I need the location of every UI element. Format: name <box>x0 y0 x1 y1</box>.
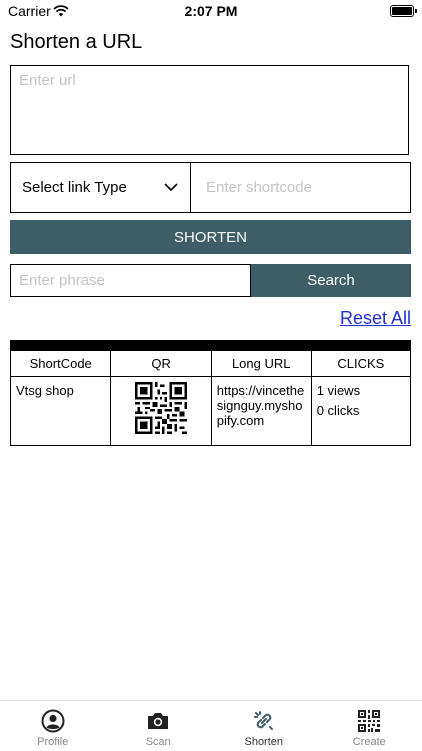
tab-shorten[interactable]: Shorten <box>211 701 317 751</box>
shortcode-input[interactable]: Enter shortcode <box>190 162 411 213</box>
column-header-qr: QR <box>111 351 211 377</box>
qr-code-icon <box>358 709 380 733</box>
link-type-label: Select link Type <box>22 179 127 196</box>
views-count: 1 views <box>317 383 405 398</box>
tab-create[interactable]: Create <box>317 701 422 751</box>
camera-icon <box>146 709 170 733</box>
url-placeholder: Enter url <box>19 72 76 89</box>
clicks-count: 0 clicks <box>317 403 405 418</box>
links-table: ShortCode QR Long URL CLICKS Vtsg shop <box>10 350 411 446</box>
shorten-button[interactable]: SHORTEN <box>10 220 411 254</box>
phrase-input[interactable]: Enter phrase <box>10 264 251 297</box>
chevron-down-icon <box>164 179 178 196</box>
status-bar: Carrier 2:07 PM <box>0 0 422 24</box>
url-input[interactable]: Enter url <box>10 65 409 155</box>
table-row[interactable]: Vtsg shop <box>11 377 411 446</box>
tab-shorten-label: Shorten <box>244 736 283 748</box>
link-icon <box>252 709 276 733</box>
column-header-clicks: CLICKS <box>311 351 410 377</box>
shorten-button-label: SHORTEN <box>174 229 247 246</box>
tab-profile[interactable]: Profile <box>0 701 106 751</box>
page-title: Shorten a URL <box>10 31 142 54</box>
column-header-long-url: Long URL <box>211 351 311 377</box>
reset-all-link[interactable]: Reset All <box>340 308 411 329</box>
column-header-shortcode: ShortCode <box>11 351 111 377</box>
tab-scan-label: Scan <box>146 736 171 748</box>
tab-bar: Profile Scan Shorten <box>0 700 422 751</box>
long-url-cell: https://vincethesignguy.myshopify.com <box>212 377 311 434</box>
person-circle-icon <box>41 709 65 733</box>
shortcode-cell: Vtsg shop <box>11 377 110 404</box>
phrase-placeholder: Enter phrase <box>19 272 105 289</box>
tab-scan[interactable]: Scan <box>106 701 212 751</box>
battery-icon <box>390 5 414 17</box>
tab-profile-label: Profile <box>37 736 68 748</box>
table-header-row: ShortCode QR Long URL CLICKS <box>11 351 411 377</box>
tab-create-label: Create <box>353 736 386 748</box>
shortcode-placeholder: Enter shortcode <box>206 179 312 196</box>
link-type-select[interactable]: Select link Type <box>10 162 191 213</box>
qr-code-image[interactable] <box>135 382 187 434</box>
search-button-label: Search <box>307 272 355 289</box>
search-button[interactable]: Search <box>251 264 411 297</box>
clicks-cell: 1 views 0 clicks <box>312 377 410 429</box>
status-time: 2:07 PM <box>0 3 422 19</box>
